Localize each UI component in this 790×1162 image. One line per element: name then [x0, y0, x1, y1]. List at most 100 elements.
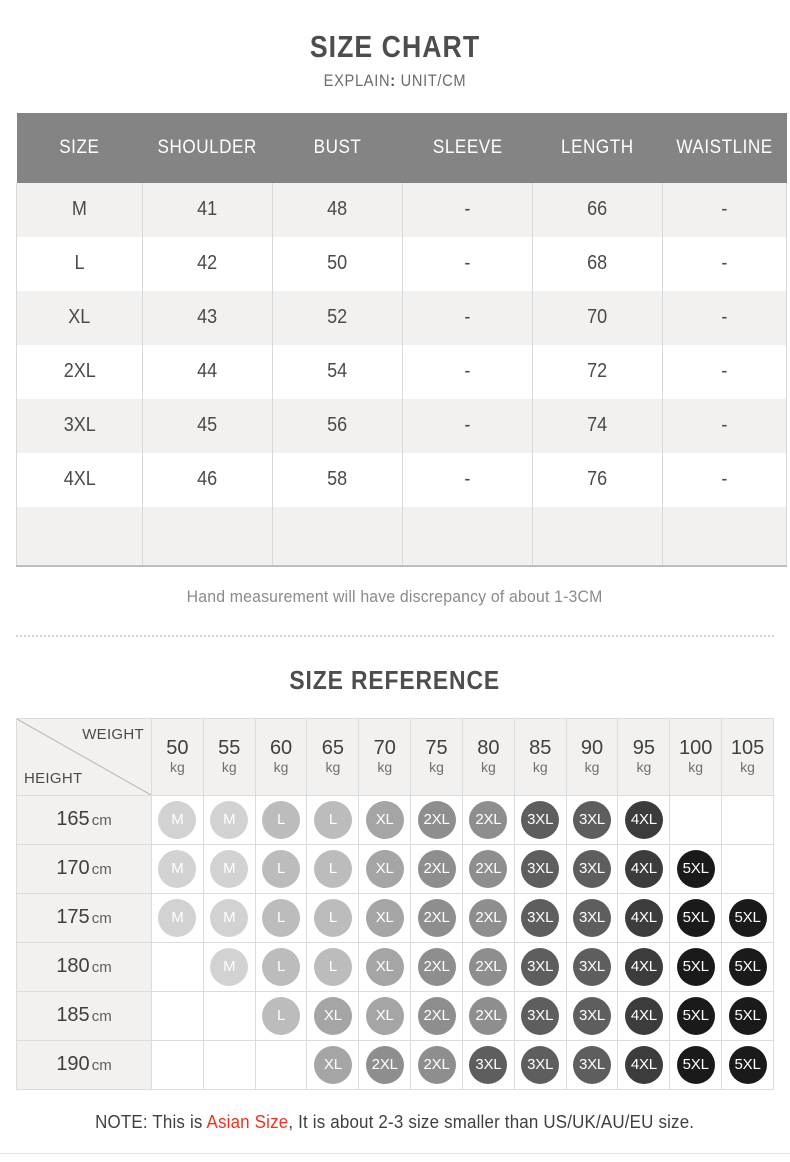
size-badge: 5XL	[676, 898, 715, 937]
cell-size: 3XL	[16, 398, 143, 453]
height-unit: cm	[91, 910, 112, 928]
weight-col-head: 80 kg	[461, 717, 515, 796]
reference-cell: M	[202, 941, 256, 992]
size-badge: M	[210, 898, 249, 937]
cell-empty	[142, 506, 273, 567]
page-subtitle: EXPLAIN: UNIT/CM	[55, 71, 734, 91]
reference-cell-empty	[721, 794, 774, 845]
reference-row: 175 cm M M L L XL 2XL 2XL 3XL 3XL 4XL 5XL 5XL	[16, 892, 774, 943]
weight-col-head: 70 kg	[358, 717, 412, 796]
weight-col-head: 75 kg	[410, 717, 463, 796]
col-head-waistline: WAISTLINE	[662, 112, 787, 183]
size-badge: XL	[313, 996, 352, 1035]
height-value: 190	[56, 1053, 90, 1076]
weight-col-head: 95 kg	[617, 717, 671, 796]
size-reference-thead: WEIGHT HEIGHT 50 kg 55 kg 60 kg 65 kg 70 kg 7…	[16, 717, 774, 796]
reference-cell: 3XL	[565, 892, 619, 943]
size-badge: L	[262, 996, 301, 1035]
size-badge: L	[313, 849, 352, 888]
size-badge: 5XL	[676, 849, 715, 888]
cell-sleeve: -	[402, 236, 533, 291]
reference-row: 190 cm XL 2XL 2XL 3XL 3XL 3XL 4XL 5XL 5XL	[16, 1039, 774, 1090]
reference-cell: 5XL	[721, 1039, 774, 1090]
reference-cell: L	[254, 843, 308, 894]
reference-cell: 2XL	[461, 892, 515, 943]
reference-cell: 3XL	[565, 794, 619, 845]
size-badge: 3XL	[573, 800, 612, 839]
cell-empty	[402, 506, 533, 567]
size-badge: L	[313, 800, 352, 839]
size-badge: 2XL	[469, 800, 508, 839]
cell-length: 72	[532, 344, 663, 399]
asian-size-note: NOTE: This is Asian Size, It is about 2-…	[0, 1112, 790, 1133]
size-badge: M	[158, 800, 197, 839]
size-badge: 3XL	[521, 800, 560, 839]
explain-value: UNIT/CM	[400, 71, 467, 91]
cell-sleeve: -	[402, 182, 533, 237]
cell-size: 2XL	[16, 344, 143, 399]
bottom-edge-bar	[0, 1153, 790, 1162]
cell-length: 66	[532, 182, 663, 237]
reference-cell: 3XL	[565, 1039, 619, 1090]
weight-col-head: 65 kg	[306, 717, 360, 796]
reference-cell: M	[202, 843, 256, 894]
size-badge: 2XL	[469, 849, 508, 888]
reference-cell: 4XL	[617, 892, 671, 943]
reference-cell: L	[254, 794, 308, 845]
size-badge: XL	[365, 849, 404, 888]
size-chart-header-row: SIZE SHOULDER BUST SLEEVE LENGTH WAISTLI…	[16, 112, 787, 183]
size-badge: 3XL	[521, 947, 560, 986]
reference-cell: 3XL	[565, 843, 619, 894]
reference-cell: L	[254, 941, 308, 992]
cell-shoulder: 41	[142, 182, 273, 237]
cell-empty	[272, 506, 403, 567]
reference-cell: L	[306, 892, 360, 943]
size-badge: L	[262, 947, 301, 986]
reference-cell: L	[254, 892, 308, 943]
reference-cell: 3XL	[513, 892, 567, 943]
table-row: 2XL 44 54 - 72 -	[16, 344, 787, 399]
reference-cell: 2XL	[461, 990, 515, 1041]
explain-label: EXPLAIN	[323, 71, 391, 91]
weight-col-head: 55 kg	[202, 717, 256, 796]
size-chart-page: SIZE CHART EXPLAIN: UNIT/CM SIZE SHOULDE…	[0, 0, 790, 1162]
size-badge: XL	[313, 1045, 352, 1084]
reference-cell: M	[151, 794, 204, 845]
col-head-shoulder: SHOULDER	[142, 112, 273, 183]
weight-col-head: 60 kg	[254, 717, 308, 796]
size-reference-tbody: 165 cm M M L L XL 2XL 2XL 3XL 3XL 4XL 170 cm M M L L XL 2XL…	[16, 794, 774, 1090]
reference-cell: 3XL	[565, 990, 619, 1041]
reference-cell: 3XL	[461, 1039, 515, 1090]
reference-cell: 2XL	[410, 990, 463, 1041]
reference-cell: 4XL	[617, 941, 671, 992]
reference-cell: 2XL	[410, 941, 463, 992]
weight-col-head: 90 kg	[565, 717, 619, 796]
note-prefix: NOTE: This is	[95, 1111, 207, 1132]
cell-size: 4XL	[16, 452, 143, 507]
reference-cell: M	[151, 843, 204, 894]
cell-waistline: -	[662, 236, 787, 291]
cell-empty	[532, 506, 663, 567]
hand-measurement-note: Hand measurement will have discrepancy o…	[0, 587, 790, 607]
size-badge: 2XL	[417, 1045, 456, 1084]
cell-bust: 48	[272, 182, 403, 237]
reference-cell: 4XL	[617, 843, 671, 894]
reference-cell: M	[202, 794, 256, 845]
size-badge: 4XL	[624, 996, 663, 1035]
size-badge: 2XL	[417, 849, 456, 888]
size-badge: 3XL	[573, 996, 612, 1035]
height-value: 170	[56, 857, 90, 880]
reference-cell: L	[254, 990, 308, 1041]
size-badge: M	[210, 800, 249, 839]
reference-cell: XL	[358, 794, 412, 845]
reference-cell: 5XL	[721, 990, 774, 1041]
size-reference-table: WEIGHT HEIGHT 50 kg 55 kg 60 kg 65 kg 70 kg 7…	[16, 717, 774, 1090]
reference-cell: 5XL	[669, 1039, 723, 1090]
page-title: SIZE CHART	[309, 29, 481, 64]
size-badge: 2XL	[417, 800, 456, 839]
reference-cell: 4XL	[617, 1039, 671, 1090]
reference-cell: L	[306, 941, 360, 992]
reference-row: 185 cm L XL XL 2XL 2XL 3XL 3XL 4XL 5XL 5XL	[16, 990, 774, 1041]
note-suffix: , It is about 2-3 size smaller than US/U…	[288, 1111, 695, 1132]
reference-cell-empty	[721, 843, 774, 894]
